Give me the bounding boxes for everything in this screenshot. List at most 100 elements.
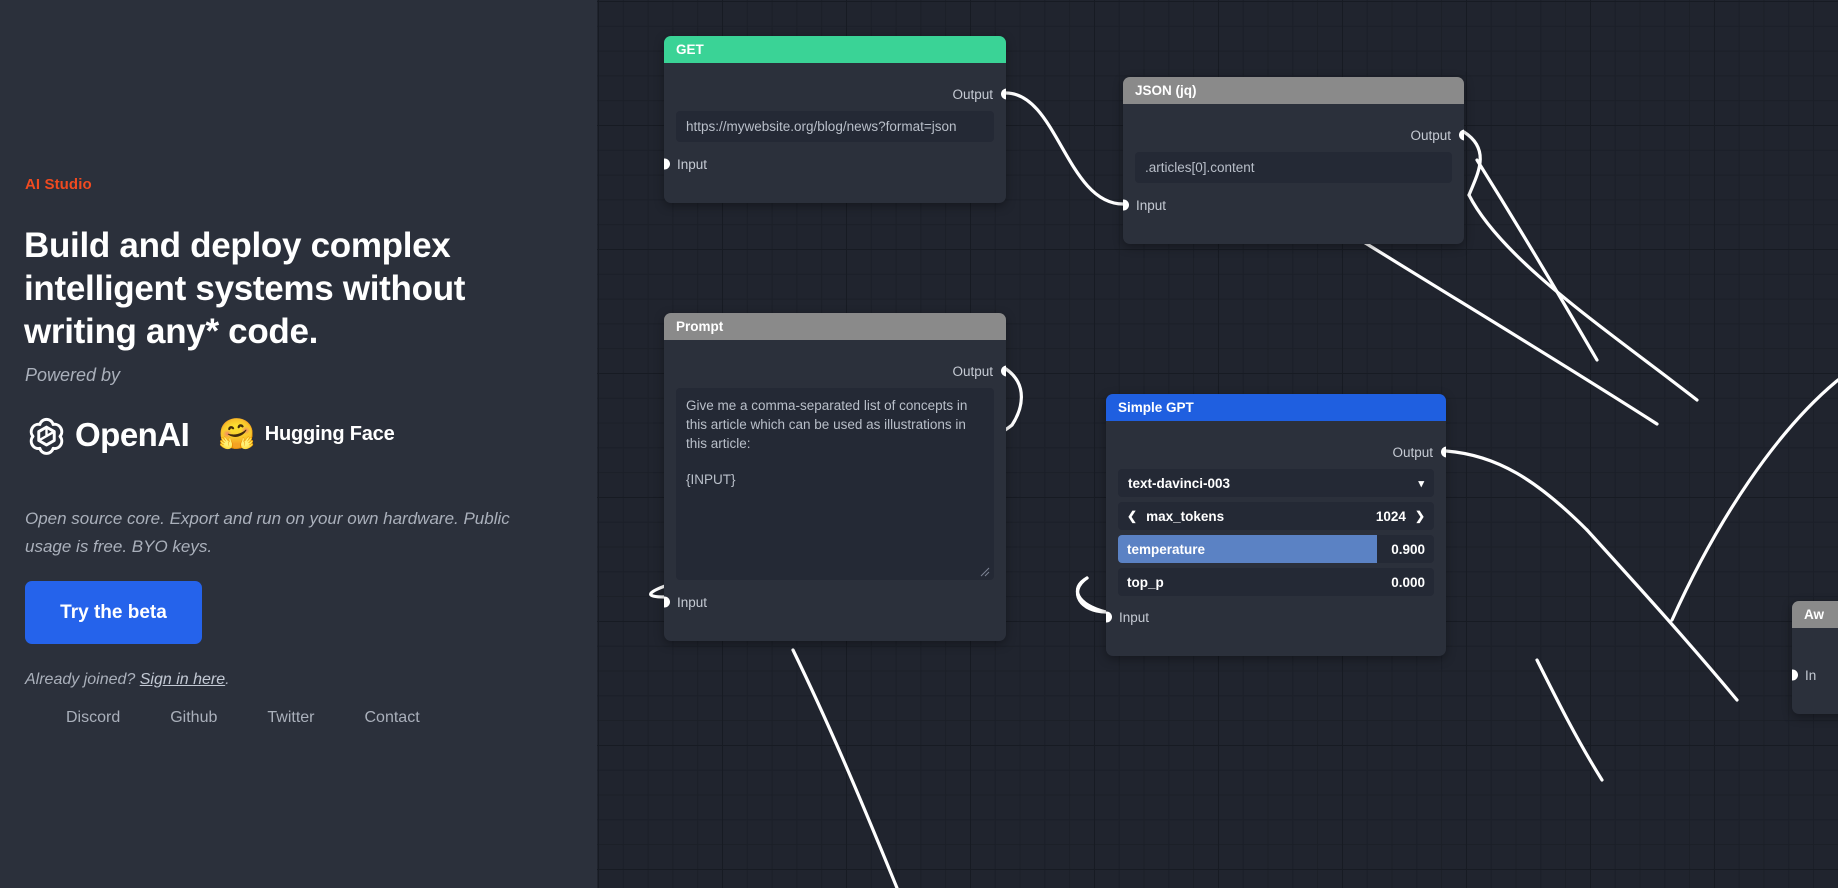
- node-partial-right-input-dot[interactable]: [1792, 669, 1798, 681]
- node-get-input-dot[interactable]: [664, 158, 670, 170]
- chevron-right-icon[interactable]: ❯: [1415, 509, 1425, 523]
- edge-json-to-right: [1467, 193, 1699, 402]
- page-title: Build and deploy complex intelligent sys…: [24, 226, 466, 351]
- param-value-temperature: 0.900: [1391, 541, 1425, 557]
- openai-logo-text: OpenAI: [75, 415, 190, 453]
- node-partial-right-header[interactable]: Aw: [1792, 601, 1838, 628]
- hugging-face-logo: 🤗 Hugging Face: [218, 417, 395, 451]
- node-prompt[interactable]: Prompt Output Give me a comma-separated …: [664, 313, 1006, 641]
- edge-bottom-left-down: [791, 648, 899, 888]
- node-get-url-field[interactable]: https://mywebsite.org/blog/news?format=j…: [676, 111, 994, 142]
- sign-in-link[interactable]: Sign in here: [140, 671, 225, 688]
- hugging-face-emoji-icon: 🤗: [218, 417, 256, 451]
- param-name-temperature: temperature: [1127, 541, 1206, 557]
- flow-canvas[interactable]: GET Output https://mywebsite.org/blog/ne…: [597, 0, 1838, 888]
- node-simple-gpt-output-label: Output: [1392, 444, 1433, 460]
- model-select-value: text-davinci-003: [1128, 475, 1231, 491]
- marketing-panel: AI Studio Build and deploy complex intel…: [0, 0, 597, 888]
- node-json-jq-query-field[interactable]: .articles[0].content: [1135, 152, 1452, 183]
- try-the-beta-button[interactable]: Try the beta: [25, 581, 202, 644]
- node-prompt-output-port[interactable]: Output: [664, 358, 1006, 384]
- hugging-face-logo-text: Hugging Face: [264, 423, 395, 445]
- node-partial-right[interactable]: Aw In: [1792, 601, 1838, 714]
- node-simple-gpt-input-dot[interactable]: [1106, 611, 1112, 623]
- node-prompt-input-dot[interactable]: [664, 596, 670, 608]
- node-prompt-output-dot[interactable]: [1000, 365, 1006, 377]
- openai-mark-icon: [29, 417, 64, 455]
- node-partial-right-title: Aw: [1804, 607, 1825, 622]
- param-row-max-tokens[interactable]: ❮ max_tokens 1024 ❯: [1118, 502, 1434, 530]
- node-prompt-body: Output Give me a comma-separated list of…: [664, 358, 1006, 615]
- edge-gpt-output-right: [1444, 449, 1589, 532]
- node-simple-gpt-title: Simple GPT: [1118, 400, 1194, 415]
- node-simple-gpt-output-dot[interactable]: [1440, 446, 1446, 458]
- edge-gpt-output-down: [1585, 528, 1739, 702]
- node-json-jq-input-label: Input: [1136, 197, 1167, 213]
- footer-link-github[interactable]: Github: [170, 709, 217, 727]
- node-prompt-output-label: Output: [952, 363, 993, 379]
- node-get-output-label: Output: [952, 86, 993, 102]
- model-select[interactable]: text-davinci-003 ▾: [1118, 469, 1434, 497]
- signin-prompt: Already joined? Sign in here.: [25, 671, 230, 689]
- chevron-left-icon[interactable]: ❮: [1127, 509, 1137, 523]
- node-simple-gpt-input-port[interactable]: Input: [1106, 604, 1446, 630]
- node-prompt-text-line2: {INPUT}: [686, 472, 736, 487]
- edge-prompt-output-loop: [1004, 367, 1023, 427]
- app-root: AI Studio Build and deploy complex intel…: [0, 0, 1838, 888]
- edge-right-curve-c: [1535, 658, 1604, 782]
- node-json-jq-output-label: Output: [1410, 127, 1451, 143]
- node-partial-right-input-port[interactable]: In: [1792, 662, 1838, 688]
- node-prompt-text-line1: Give me a comma-separated list of concep…: [686, 398, 968, 451]
- node-json-jq-input-port[interactable]: Input: [1123, 192, 1464, 218]
- node-json-jq-output-dot[interactable]: [1458, 129, 1464, 141]
- node-json-jq-output-port[interactable]: Output: [1123, 122, 1464, 148]
- resize-handle-icon[interactable]: [980, 567, 990, 577]
- node-json-jq-title: JSON (jq): [1135, 83, 1197, 98]
- node-partial-right-input-label: In: [1805, 667, 1817, 683]
- param-value-top-p: 0.000: [1391, 574, 1425, 590]
- node-get-title: GET: [676, 42, 704, 57]
- param-row-top-p[interactable]: top_p 0.000: [1118, 568, 1434, 596]
- node-prompt-input-port[interactable]: Input: [664, 589, 1006, 615]
- node-simple-gpt-input-label: Input: [1119, 609, 1150, 625]
- edge-get-to-json: [1004, 91, 1125, 206]
- node-get-input-label: Input: [677, 156, 708, 172]
- signin-suffix-text: .: [225, 671, 230, 688]
- node-get-output-dot[interactable]: [1000, 88, 1006, 100]
- edge-prompt-input-hook: [649, 584, 667, 599]
- footer-links: Discord Github Twitter Contact: [66, 709, 420, 727]
- node-get-header[interactable]: GET: [664, 36, 1006, 63]
- node-json-jq[interactable]: JSON (jq) Output .articles[0].content In…: [1123, 77, 1464, 244]
- param-name-max-tokens: max_tokens: [1146, 508, 1225, 524]
- node-simple-gpt[interactable]: Simple GPT Output text-davinci-003 ▾ ❮ m…: [1106, 394, 1446, 656]
- param-value-max-tokens: 1024: [1375, 508, 1406, 524]
- param-row-temperature[interactable]: temperature 0.900: [1118, 535, 1434, 563]
- node-prompt-title: Prompt: [676, 319, 724, 334]
- node-get[interactable]: GET Output https://mywebsite.org/blog/ne…: [664, 36, 1006, 203]
- node-get-body: Output https://mywebsite.org/blog/news?f…: [664, 81, 1006, 177]
- node-partial-right-body: In: [1792, 662, 1838, 688]
- chevron-down-icon[interactable]: ▾: [1418, 477, 1424, 490]
- node-simple-gpt-body: Output text-davinci-003 ▾ ❮ max_tokens 1…: [1106, 439, 1446, 630]
- partner-logos: OpenAI 🤗 Hugging Face: [24, 412, 395, 457]
- node-get-input-port[interactable]: Input: [664, 151, 1006, 177]
- tagline-text: Open source core. Export and run on your…: [25, 509, 510, 556]
- node-json-jq-input-dot[interactable]: [1123, 199, 1129, 211]
- node-prompt-text-field[interactable]: Give me a comma-separated list of concep…: [676, 388, 994, 580]
- powered-by-label: Powered by: [25, 365, 121, 385]
- node-json-jq-header[interactable]: JSON (jq): [1123, 77, 1464, 104]
- signin-prefix-text: Already joined?: [25, 671, 140, 688]
- node-get-output-port[interactable]: Output: [664, 81, 1006, 107]
- footer-link-contact[interactable]: Contact: [365, 709, 420, 727]
- edge-right-curve-b: [1670, 378, 1838, 622]
- footer-link-discord[interactable]: Discord: [66, 709, 120, 727]
- node-simple-gpt-output-port[interactable]: Output: [1106, 439, 1446, 465]
- node-json-jq-body: Output .articles[0].content Input: [1123, 122, 1464, 218]
- openai-logo: OpenAI: [24, 412, 190, 457]
- footer-link-twitter[interactable]: Twitter: [267, 709, 314, 727]
- brand-label: AI Studio: [25, 176, 92, 193]
- edge-right-curve-a: [1475, 158, 1599, 362]
- node-prompt-header[interactable]: Prompt: [664, 313, 1006, 340]
- param-name-top-p: top_p: [1127, 574, 1164, 590]
- node-simple-gpt-header[interactable]: Simple GPT: [1106, 394, 1446, 421]
